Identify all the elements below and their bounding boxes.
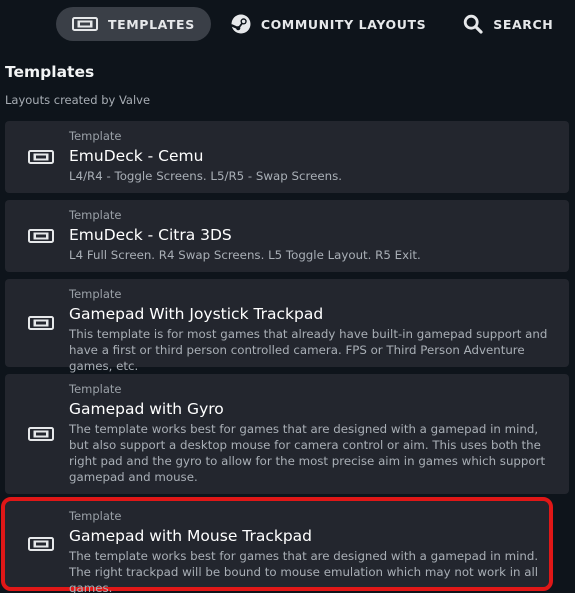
template-name: Gamepad With Joystick Trackpad [69, 305, 324, 323]
tab-search[interactable]: SEARCH [445, 7, 571, 41]
tab-community-layouts[interactable]: COMMUNITY LAYOUTS [216, 7, 444, 41]
layout-tabs: TEMPLATES COMMUNITY LAYOUTS SEARCH [0, 0, 575, 48]
template-card-text: Template EmuDeck - Citra 3DS L4 Full Scr… [69, 208, 561, 263]
controller-layout-icon [28, 316, 54, 330]
template-card-gamepad-with-gyro[interactable]: Template Gamepad with Gyro The template … [5, 374, 569, 494]
template-card-text: Template Gamepad with Gyro The template … [69, 382, 561, 485]
template-name: EmuDeck - Citra 3DS [69, 226, 232, 244]
template-kind: Template [69, 287, 122, 301]
template-kind: Template [69, 509, 122, 523]
section-subtitle: Layouts created by Valve [5, 93, 151, 107]
controller-layout-icon [28, 150, 54, 164]
template-card-text: Template EmuDeck - Cemu L4/R4 - Toggle S… [69, 129, 561, 184]
template-name: Gamepad with Mouse Trackpad [69, 527, 313, 545]
template-card-text: Template Gamepad with Mouse Trackpad The… [69, 509, 541, 593]
template-card-emudeck-cemu[interactable]: Template EmuDeck - Cemu L4/R4 - Toggle S… [5, 121, 569, 193]
controller-layout-icon [28, 427, 54, 441]
controller-layout-icon [28, 229, 54, 243]
template-description: This template is for most games that alr… [69, 327, 548, 373]
tab-search-label: SEARCH [493, 16, 554, 32]
template-description: L4 Full Screen. R4 Swap Screens. L5 Togg… [69, 248, 421, 262]
template-name: EmuDeck - Cemu [69, 147, 204, 165]
tab-community-layouts-label: COMMUNITY LAYOUTS [260, 16, 427, 32]
controller-layout-icon [72, 17, 98, 31]
template-name: Gamepad with Gyro [69, 400, 224, 418]
template-card-gamepad-joystick-trackpad[interactable]: Template Gamepad With Joystick Trackpad … [5, 279, 569, 373]
template-description: The template works best for games that a… [69, 422, 546, 484]
tab-templates-label: TEMPLATES [108, 16, 195, 32]
template-card-text: Template Gamepad With Joystick Trackpad … [69, 287, 561, 374]
template-kind: Template [69, 129, 122, 143]
template-description: The template works best for games that a… [69, 549, 539, 593]
tab-templates[interactable]: TEMPLATES [56, 7, 211, 41]
controller-layout-icon [28, 537, 54, 551]
search-icon [463, 14, 483, 34]
template-card-gamepad-mouse-trackpad[interactable]: Template Gamepad with Mouse Trackpad The… [1, 497, 553, 593]
section-title: Templates [5, 63, 95, 81]
controller-layout-browser: TEMPLATES COMMUNITY LAYOUTS SEARCH Templ… [0, 0, 575, 593]
template-kind: Template [69, 382, 122, 396]
template-card-emudeck-citra-3ds[interactable]: Template EmuDeck - Citra 3DS L4 Full Scr… [5, 200, 569, 272]
template-description: L4/R4 - Toggle Screens. L5/R5 - Swap Scr… [69, 169, 342, 183]
steam-icon [230, 14, 251, 34]
template-kind: Template [69, 208, 122, 222]
